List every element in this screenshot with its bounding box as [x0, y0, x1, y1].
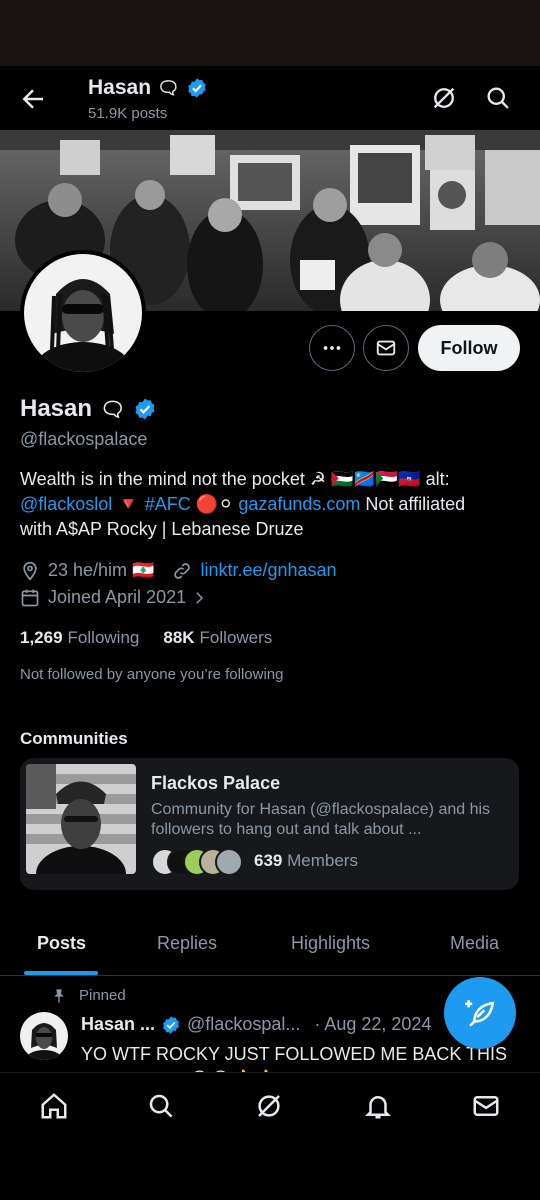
- bio-website-link[interactable]: gazafunds.com: [238, 494, 360, 514]
- tab-highlights[interactable]: Highlights: [291, 933, 370, 954]
- active-tab-indicator: [24, 971, 98, 975]
- profile-name-text: Hasan: [20, 395, 93, 422]
- bio-triangle: 🔻: [117, 494, 140, 514]
- header-name: Hasan: [88, 76, 152, 99]
- profile-location: 23 he/him 🇱🇧: [48, 560, 155, 580]
- pinned-label-row: Pinned: [51, 987, 126, 1004]
- location-pin-icon: [23, 561, 37, 581]
- bio-tail: Not affiliated: [365, 494, 466, 514]
- back-arrow-icon[interactable]: [18, 84, 48, 114]
- community-members-count: 639: [254, 851, 283, 870]
- profile-avatar[interactable]: [20, 250, 146, 376]
- tweet-avatar[interactable]: [20, 1012, 68, 1060]
- profile-name-emoji: 🗨: [100, 398, 126, 421]
- verified-badge-icon: [163, 1015, 179, 1034]
- profile-name: Hasan 🗨: [20, 395, 157, 423]
- profile-website-link[interactable]: linktr.ee/gnhasan: [200, 560, 336, 581]
- compose-icon: [465, 1000, 495, 1027]
- tweet-header: Hasan ... @flackospal... · Aug 22, 2024: [81, 1014, 431, 1035]
- bio-hashtag-link[interactable]: #AFC: [145, 494, 191, 514]
- link-icon: [174, 562, 191, 579]
- community-members-label: Members: [287, 851, 358, 870]
- grok-icon[interactable]: [430, 84, 458, 112]
- profile-tabs: Posts Replies Highlights Media: [0, 918, 540, 976]
- community-card[interactable]: Flackos Palace Community for Hasan (@fla…: [20, 758, 519, 890]
- member-avatar: [215, 848, 243, 876]
- profile-bio: Wealth is in the mind not the pocket ☭ 🇵…: [20, 467, 520, 542]
- profile-joined: Joined April 2021: [48, 587, 187, 607]
- community-description: Community for Hasan (@flackospalace) and…: [151, 801, 491, 838]
- bio-alt-handle-link[interactable]: @flackoslol: [20, 494, 112, 514]
- home-icon[interactable]: [39, 1091, 69, 1121]
- more-icon: [323, 346, 341, 350]
- bio-line-3: with A$AP Rocky | Lebanese Druze: [20, 519, 304, 539]
- tab-replies[interactable]: Replies: [157, 933, 217, 954]
- bottom-navigation: [0, 1072, 540, 1200]
- community-name: Flackos Palace: [151, 773, 281, 793]
- more-button[interactable]: [309, 325, 355, 371]
- calendar-icon: [21, 589, 39, 606]
- tweet-date: · Aug 22, 2024: [314, 1014, 432, 1034]
- followers-count: 88K: [163, 628, 195, 647]
- not-followed-text: Not followed by anyone you’re following: [20, 666, 284, 683]
- bio-circles: 🔴⚪: [195, 494, 234, 514]
- verified-badge-icon: [135, 398, 155, 420]
- mail-icon[interactable]: [471, 1091, 501, 1121]
- header-title: Hasan 🗨: [88, 76, 208, 100]
- message-button[interactable]: [363, 325, 409, 371]
- bio-line-1: Wealth is in the mind not the pocket ☭ 🇵…: [20, 469, 450, 489]
- tab-media[interactable]: Media: [450, 933, 499, 954]
- communities-title: Communities: [20, 729, 128, 748]
- pinned-label: Pinned: [79, 987, 126, 1004]
- community-members: 639 Members: [254, 851, 358, 871]
- community-member-avatars: [151, 848, 246, 878]
- chevron-right-icon: [196, 591, 204, 604]
- following-stat[interactable]: 1,269 Following: [20, 628, 139, 648]
- tab-posts[interactable]: Posts: [37, 933, 86, 954]
- envelope-icon: [376, 340, 396, 356]
- community-image: [26, 764, 136, 874]
- search-nav-icon[interactable]: [146, 1091, 176, 1121]
- header-emoji: 🗨: [157, 77, 180, 98]
- profile-stats: 1,269 Following 88K Followers: [20, 628, 272, 648]
- followers-label: Followers: [199, 628, 273, 647]
- tweet-text: YO WTF ROCKY JUST FOLLOWED ME BACK THIS …: [81, 1044, 508, 1072]
- verified-badge-icon: [188, 78, 206, 98]
- following-label: Following: [67, 628, 140, 647]
- grok-nav-icon[interactable]: [254, 1091, 284, 1121]
- profile-meta-row: 23 he/him 🇱🇧 linktr.ee/gnhasan: [20, 560, 337, 581]
- compose-button[interactable]: [444, 977, 516, 1049]
- header-post-count: 51.9K posts: [88, 105, 168, 122]
- status-bar: [0, 0, 540, 66]
- following-count: 1,269: [20, 628, 63, 647]
- followers-stat[interactable]: 88K Followers: [163, 628, 272, 648]
- pin-icon: [54, 988, 64, 1003]
- profile-handle: @flackospalace: [20, 429, 148, 449]
- top-bar: Hasan 🗨 51.9K posts: [0, 66, 540, 130]
- tweet-author-name[interactable]: Hasan ...: [81, 1014, 155, 1035]
- tweet-author-handle: @flackospal...: [187, 1014, 301, 1034]
- profile-joined-row[interactable]: Joined April 2021: [20, 587, 216, 608]
- bio-line-2: @flackoslol 🔻 #AFC 🔴⚪ gazafunds.com Not …: [20, 492, 520, 517]
- search-icon[interactable]: [484, 84, 512, 112]
- follow-button[interactable]: Follow: [418, 325, 520, 371]
- bell-icon[interactable]: [363, 1091, 393, 1121]
